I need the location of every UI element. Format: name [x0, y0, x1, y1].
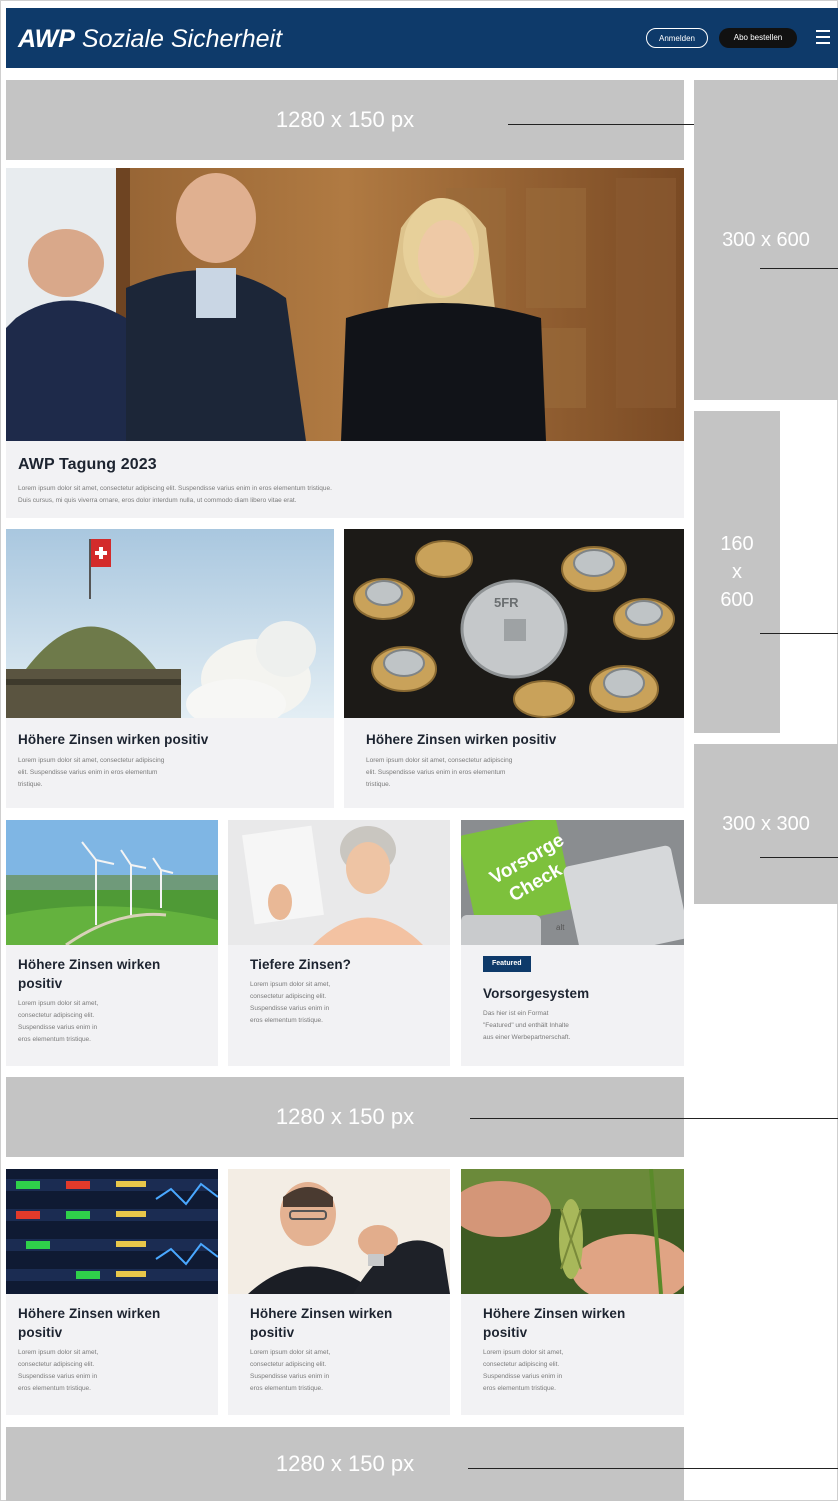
article-text-line: Das hier ist ein Format: [483, 1010, 549, 1017]
ad-size-label-2: x: [732, 561, 742, 583]
ad-size-label: 1280 x 150 px: [275, 1451, 415, 1476]
article-text-line: Lorem ipsum dolor sit amet,: [18, 1349, 99, 1356]
article-image: [6, 820, 218, 945]
article-text-line: Suspendisse varius enim in: [18, 1024, 98, 1031]
article-image: [6, 529, 334, 718]
article-text-line: eros elementum tristique.: [250, 1385, 323, 1392]
article-text-line: Lorem ipsum dolor sit amet,: [250, 981, 331, 988]
article-title-line[interactable]: positiv: [250, 1325, 294, 1340]
article-text-line: "Featured" und enthält Inhalte: [483, 1022, 569, 1029]
article-text-line: Suspendisse varius enim in: [18, 1373, 98, 1380]
ad-size-label-3: 600: [720, 589, 754, 611]
article-text-line: Lorem ipsum dolor sit amet,: [250, 1349, 331, 1356]
article-title-line[interactable]: Höhere Zinsen wirken: [18, 957, 160, 972]
article-text-line: consectetur adipiscing elit.: [483, 1361, 560, 1368]
article-text-line: Lorem ipsum dolor sit amet,: [18, 1000, 99, 1007]
ad-size-label: 300 x 300: [722, 812, 810, 835]
hero-text-line-1: Lorem ipsum dolor sit amet, consectetur …: [18, 485, 332, 492]
subscribe-button[interactable]: Abo bestellen: [719, 28, 797, 48]
article-title-line[interactable]: positiv: [18, 1325, 62, 1340]
article-card[interactable]: Höhere Zinsen wirken positiv Lorem ipsum…: [228, 1169, 450, 1415]
article-image: 5FR: [344, 529, 684, 718]
ad-leaderboard-bottom[interactable]: 1280 x 150 px: [6, 1427, 684, 1501]
article-title-line[interactable]: Höhere Zinsen wirken: [250, 1306, 392, 1321]
site-logo[interactable]: AWP Soziale Sicherheit: [18, 24, 282, 54]
article-text-line: eros elementum tristique.: [250, 1017, 323, 1024]
hero-text-line-2: Duis cursus, mi quis viverra ornare, ero…: [18, 497, 297, 504]
article-title-line[interactable]: positiv: [483, 1325, 527, 1340]
article-text-line: Suspendisse varius enim in: [483, 1373, 563, 1380]
article-card[interactable]: Höhere Zinsen wirken positiv Lorem ipsum…: [461, 1169, 684, 1415]
ad-pointer-line: [760, 633, 838, 634]
article-text-line: consectetur adipiscing elit.: [250, 1361, 327, 1368]
article-title[interactable]: Höhere Zinsen wirken positiv: [18, 732, 208, 747]
featured-badge: Featured: [483, 956, 531, 972]
article-text-line: elit. Suspendisse varius enim in eros el…: [18, 769, 158, 776]
featured-article-card[interactable]: Vorsorge Check alt Featured Vorsorgesyst…: [461, 820, 684, 1066]
logo-text: Soziale Sicherheit: [81, 25, 283, 53]
image-key-text: alt: [556, 923, 565, 932]
ad-pointer-line: [468, 1468, 838, 1469]
article-title-line[interactable]: Höhere Zinsen wirken: [483, 1306, 625, 1321]
ad-size-label-1: 160: [720, 533, 754, 555]
article-text-line: consectetur adipiscing elit.: [18, 1361, 95, 1368]
svg-text:5FR: 5FR: [494, 595, 519, 610]
hero-image: [6, 168, 684, 441]
article-text-line: Lorem ipsum dolor sit amet,: [483, 1349, 564, 1356]
article-text-line: Suspendisse varius enim in: [250, 1005, 330, 1012]
article-text-line: eros elementum tristique.: [18, 1385, 91, 1392]
ad-leaderboard-mid[interactable]: 1280 x 150 px: [6, 1077, 684, 1157]
article-card[interactable]: 5FR Höhere Zinsen wirken positiv Lorem i…: [344, 529, 684, 808]
ad-leaderboard-top[interactable]: 1280 x 150 px: [6, 80, 684, 160]
article-text-line: tristique.: [366, 781, 391, 788]
article-image: [228, 1169, 450, 1294]
ad-square[interactable]: 300 x 300: [694, 744, 838, 904]
article-text-line: consectetur adipiscing elit.: [18, 1012, 95, 1019]
article-text-line: tristique.: [18, 781, 43, 788]
article-text-line: Lorem ipsum dolor sit amet, consectetur …: [18, 757, 165, 764]
article-text-line: aus einer Werbepartnerschaft.: [483, 1034, 571, 1041]
article-card[interactable]: Höhere Zinsen wirken positiv Lorem ipsum…: [6, 820, 218, 1066]
hero-title[interactable]: AWP Tagung 2023: [18, 456, 157, 474]
article-text-line: eros elementum tristique.: [483, 1385, 556, 1392]
login-button[interactable]: Anmelden: [646, 28, 708, 48]
article-card[interactable]: Tiefere Zinsen? Lorem ipsum dolor sit am…: [228, 820, 450, 1066]
article-text-line: Lorem ipsum dolor sit amet, consectetur …: [366, 757, 513, 764]
article-image: [228, 820, 450, 945]
article-title-line[interactable]: positiv: [18, 976, 62, 991]
article-image: [461, 1169, 684, 1294]
article-text-line: elit. Suspendisse varius enim in eros el…: [366, 769, 506, 776]
article-text-line: consectetur adipiscing elit.: [250, 993, 327, 1000]
ad-size-label: 1280 x 150 px: [275, 1104, 415, 1129]
article-image: [6, 1169, 218, 1294]
article-image: Vorsorge Check alt: [461, 820, 684, 945]
ad-pointer-line: [470, 1118, 838, 1119]
logo-bold: AWP: [18, 25, 75, 53]
article-title[interactable]: Tiefere Zinsen?: [250, 957, 351, 972]
hero-article-card[interactable]: AWP Tagung 2023 Lorem ipsum dolor sit am…: [6, 168, 684, 518]
article-title[interactable]: Vorsorgesystem: [483, 986, 589, 1001]
article-title[interactable]: Höhere Zinsen wirken positiv: [366, 732, 556, 747]
article-card[interactable]: Höhere Zinsen wirken positiv Lorem ipsum…: [6, 1169, 218, 1415]
article-card[interactable]: Höhere Zinsen wirken positiv Lorem ipsum…: [6, 529, 334, 808]
article-text-line: eros elementum tristique.: [18, 1036, 91, 1043]
ad-skyscraper[interactable]: 160 x 600: [694, 411, 780, 733]
hamburger-menu-icon[interactable]: [816, 30, 830, 44]
site-header: AWP Soziale Sicherheit Anmelden Abo best…: [6, 8, 838, 68]
ad-pointer-line: [760, 857, 838, 858]
ad-size-label: 1280 x 150 px: [275, 107, 415, 132]
article-text-line: Suspendisse varius enim in: [250, 1373, 330, 1380]
article-title-line[interactable]: Höhere Zinsen wirken: [18, 1306, 160, 1321]
ad-size-label: 300 x 600: [722, 228, 810, 251]
ad-halfpage[interactable]: 300 x 600: [694, 80, 838, 400]
ad-pointer-line: [760, 268, 838, 269]
